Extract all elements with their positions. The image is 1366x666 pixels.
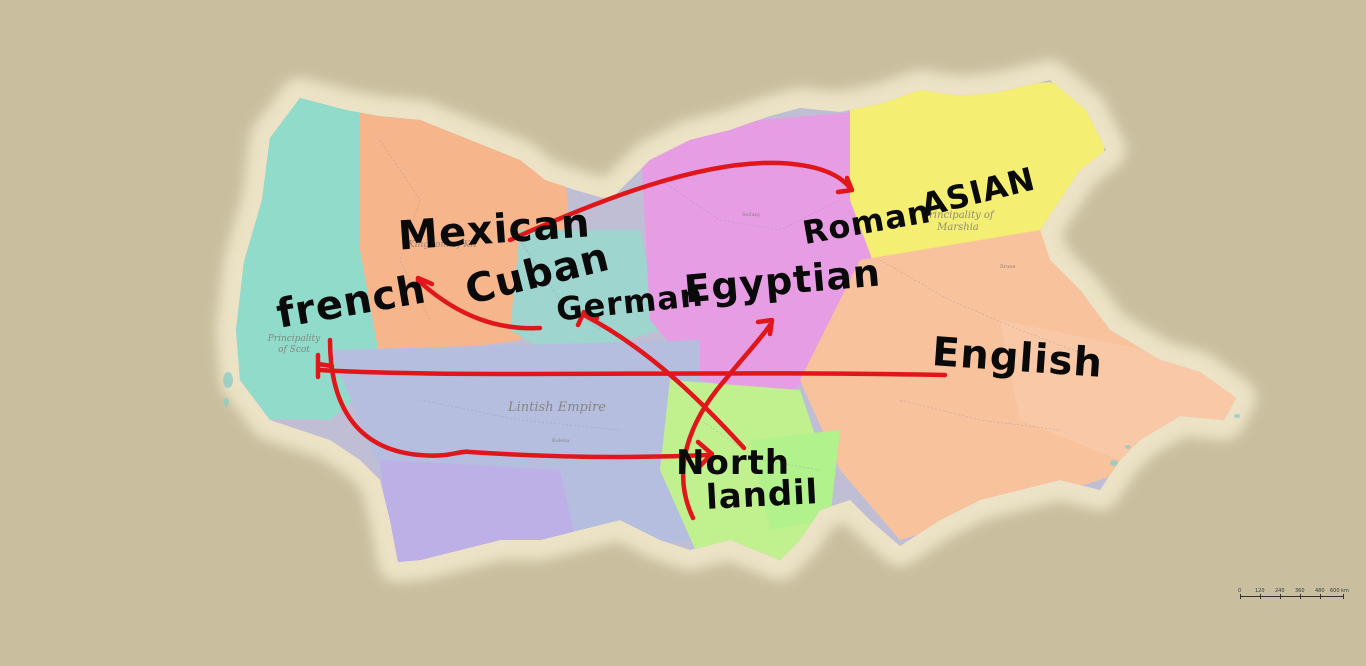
annotation-landil: landil <box>705 472 820 518</box>
scale-tick <box>1320 594 1321 599</box>
scale-tick <box>1260 594 1261 599</box>
scale-tick <box>1343 594 1344 599</box>
scale-label: 480 <box>1315 588 1325 594</box>
fantasy-map[interactable]: Principality of Scot Kingdom of Kit Prin… <box>0 0 1366 666</box>
scale-tick <box>1240 594 1241 599</box>
scale-label: 0 <box>1238 588 1242 594</box>
scale-bar: 0 120 240 360 480 600 km <box>1238 588 1350 604</box>
scale-label: 360 <box>1295 588 1305 594</box>
scale-tick <box>1300 594 1301 599</box>
map-canvas[interactable] <box>0 0 1366 666</box>
annotation-english: English <box>930 329 1105 387</box>
scale-label: 240 <box>1275 588 1285 594</box>
scale-label: 120 <box>1255 588 1265 594</box>
scale-tick <box>1280 594 1281 599</box>
scale-label: 600 km <box>1330 588 1349 594</box>
scale-line <box>1240 596 1344 597</box>
